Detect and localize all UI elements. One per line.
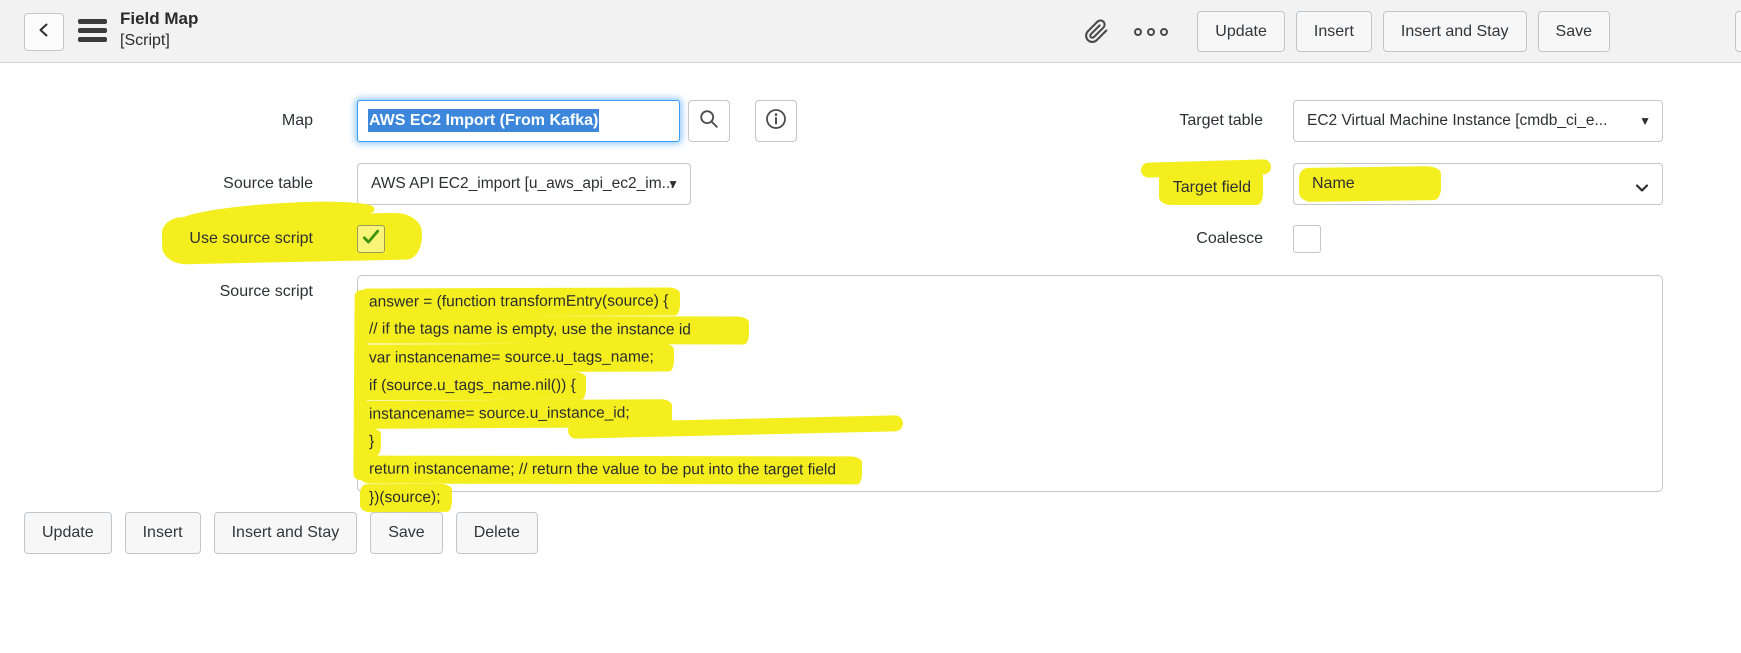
source-script-label: Source script (219, 283, 313, 300)
source-table-label: Source table (223, 175, 313, 192)
chevron-down-icon (1632, 174, 1652, 204)
form-header: Field Map [Script] Update Insert Insert … (0, 0, 1741, 63)
info-icon (764, 107, 788, 136)
footer-insert-button[interactable]: Insert (124, 512, 201, 554)
source-table-dropdown[interactable]: AWS API EC2_import [u_aws_api_ec2_im... … (357, 163, 691, 205)
footer-update-button[interactable]: Update (24, 512, 112, 554)
use-source-script-checkbox[interactable] (357, 225, 385, 253)
header-save-button[interactable]: Save (1537, 11, 1610, 52)
map-info-button[interactable] (755, 100, 797, 142)
code-line: // if the tags name is empty, use the in… (359, 315, 1662, 345)
map-label: Map (281, 112, 313, 129)
chevron-left-icon (36, 22, 52, 43)
page-subtitle: [Script] (120, 32, 170, 49)
search-icon (698, 108, 720, 135)
header-actions: Update Insert Insert and Stay Save (1084, 11, 1610, 52)
footer-insert-and-stay-button[interactable]: Insert and Stay (213, 512, 358, 554)
coalesce-checkbox[interactable] (1293, 225, 1321, 253)
target-table-label: Target table (1179, 112, 1263, 129)
more-options-icon[interactable] (1134, 27, 1169, 36)
code-line: var instancename= source.u_tags_name; (359, 343, 1662, 373)
source-script-code: answer = (function transformEntry(source… (359, 287, 1662, 513)
target-field-value: Name (1312, 175, 1355, 192)
footer-delete-button[interactable]: Delete (455, 512, 538, 554)
code-line: })(source); (359, 483, 1662, 513)
code-line: instancename= source.u_instance_id; (359, 399, 1662, 429)
target-table-dropdown[interactable]: EC2 Virtual Machine Instance [cmdb_ci_e.… (1293, 100, 1663, 142)
dropdown-triangle-icon: ▼ (667, 177, 679, 191)
map-input[interactable]: AWS EC2 Import (From Kafka) (357, 100, 680, 142)
dropdown-triangle-icon: ▼ (1639, 114, 1651, 128)
code-line: } (359, 427, 1662, 457)
code-line: return instancename; // return the value… (359, 455, 1662, 485)
context-menu-icon[interactable] (78, 19, 107, 46)
map-lookup-button[interactable] (688, 100, 730, 142)
cutoff-button-edge (1735, 11, 1741, 52)
header-update-button[interactable]: Update (1197, 11, 1285, 52)
target-table-value: EC2 Virtual Machine Instance [cmdb_ci_e.… (1307, 112, 1608, 129)
map-input-selected-text: AWS EC2 Import (From Kafka) (368, 109, 600, 132)
target-field-select[interactable]: Name (1293, 163, 1663, 205)
use-source-script-label: Use source script (189, 230, 313, 247)
page-title-block: Field Map [Script] (120, 8, 198, 52)
coalesce-label: Coalesce (1196, 230, 1263, 247)
header-insert-button[interactable]: Insert (1295, 11, 1372, 52)
page-title: Field Map (120, 9, 199, 28)
target-field-label-highlight: Target field (1158, 170, 1263, 205)
checkmark-icon (361, 227, 381, 252)
back-button[interactable] (24, 13, 64, 51)
source-script-editor[interactable]: answer = (function transformEntry(source… (353, 275, 1663, 513)
footer-save-button[interactable]: Save (370, 512, 443, 554)
source-table-value: AWS API EC2_import [u_aws_api_ec2_im... (371, 175, 675, 192)
footer-actions: Update Insert Insert and Stay Save Delet… (24, 512, 538, 554)
code-line: answer = (function transformEntry(source… (359, 287, 1662, 317)
header-insert-and-stay-button[interactable]: Insert and Stay (1382, 11, 1527, 52)
target-field-label: Target field (1000, 170, 1263, 205)
code-line: if (source.u_tags_name.nil()) { (359, 371, 1662, 401)
paperclip-icon[interactable] (1084, 19, 1109, 44)
